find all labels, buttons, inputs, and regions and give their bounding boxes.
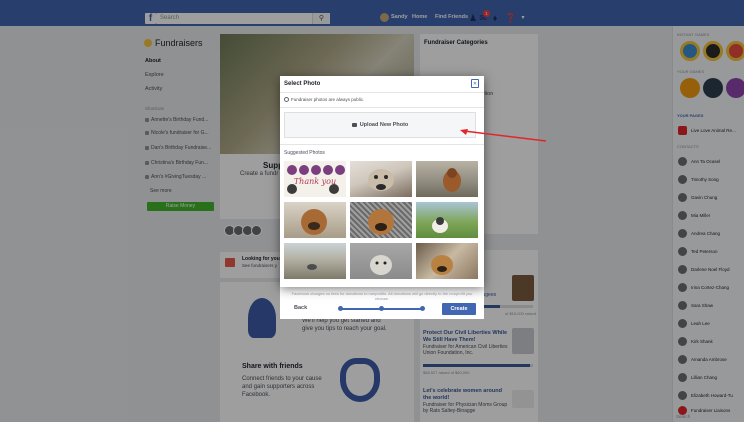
donation-fee-note: Facebook charges no fees for donations t… — [291, 291, 473, 301]
upload-label: Upload New Photo — [359, 122, 409, 128]
step-dot — [420, 306, 425, 311]
step-dot — [338, 306, 343, 311]
divider — [280, 107, 484, 108]
public-note: Fundraiser photos are always public. — [284, 97, 364, 102]
thank-you-text: Thank you — [294, 177, 336, 186]
suggested-photo[interactable] — [350, 202, 412, 238]
dialog-title: Select Photo — [284, 81, 321, 87]
create-button[interactable]: Create — [442, 303, 476, 315]
step-dot — [379, 306, 384, 311]
suggested-photos-label: Suggested Photos — [284, 150, 325, 156]
divider — [280, 144, 484, 145]
close-icon[interactable]: ✕ — [471, 79, 479, 88]
annotation-arrow-icon — [460, 129, 547, 142]
upload-new-photo-button[interactable]: Upload New Photo — [284, 112, 476, 138]
suggested-photo[interactable] — [284, 243, 346, 279]
suggested-photo[interactable] — [416, 161, 478, 197]
suggested-photo[interactable] — [416, 243, 478, 279]
globe-icon — [284, 97, 289, 102]
divider — [280, 92, 484, 93]
public-note-text: Fundraiser photos are always public. — [291, 97, 365, 102]
back-button[interactable]: Back — [294, 303, 322, 313]
suggested-photo[interactable]: Thank you — [284, 161, 346, 197]
select-photo-dialog: Select Photo ✕ Fundraiser photos are alw… — [280, 76, 484, 287]
suggested-photo[interactable] — [350, 243, 412, 279]
suggested-photo[interactable] — [350, 161, 412, 197]
camera-icon — [351, 123, 357, 127]
suggested-photo[interactable] — [416, 202, 478, 238]
suggested-photo[interactable] — [284, 202, 346, 238]
